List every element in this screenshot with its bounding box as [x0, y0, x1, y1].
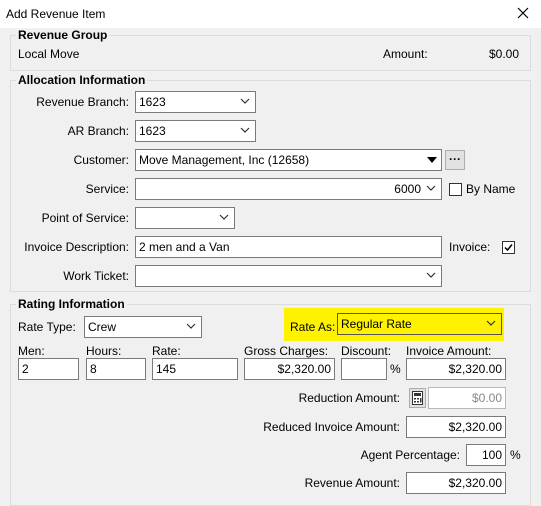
- chevron-down-icon: [426, 272, 436, 278]
- agent-percent-sign: %: [510, 448, 521, 462]
- revenue-branch-value: 1623: [139, 95, 166, 109]
- reduced-invoice-amount-input[interactable]: $2,320.00: [406, 416, 506, 438]
- dropdown-arrow-icon: [427, 157, 437, 163]
- reduced-invoice-amount-label: Reduced Invoice Amount:: [263, 420, 400, 434]
- service-select[interactable]: 6000: [135, 178, 442, 200]
- agent-percentage-label: Agent Percentage:: [360, 448, 460, 462]
- discount-input[interactable]: [341, 358, 387, 380]
- customer-value: Move Management, Inc (12658): [139, 153, 310, 167]
- by-name-label: By Name: [466, 182, 516, 196]
- customer-label: Customer:: [73, 153, 129, 167]
- ar-branch-label: AR Branch:: [67, 124, 129, 138]
- men-label: Men:: [18, 344, 45, 358]
- rate-type-label: Rate Type:: [18, 320, 76, 334]
- revenue-branch-select[interactable]: 1623: [135, 91, 256, 113]
- revenue-amount-input[interactable]: $2,320.00: [406, 472, 506, 494]
- checkmark-icon: [504, 244, 513, 252]
- rate-type-select[interactable]: Crew: [84, 316, 202, 338]
- invoice-checkbox[interactable]: [502, 241, 515, 254]
- close-icon: [517, 7, 529, 19]
- window-title: Add Revenue Item: [6, 7, 106, 21]
- customer-select[interactable]: Move Management, Inc (12658): [135, 149, 442, 171]
- ar-branch-value: 1623: [139, 124, 166, 138]
- gross-charges-input[interactable]: $2,320.00: [244, 358, 335, 380]
- rate-as-value: Regular Rate: [341, 317, 412, 331]
- invoice-description-label: Invoice Description:: [24, 240, 129, 254]
- rating-legend: Rating Information: [16, 297, 127, 311]
- hours-input[interactable]: 8: [86, 358, 146, 380]
- reduction-amount-label: Reduction Amount:: [298, 391, 400, 405]
- invoice-description-input[interactable]: 2 men and a Van: [135, 236, 442, 258]
- amount-value: $0.00: [488, 47, 519, 61]
- revenue-amount-label: Revenue Amount:: [304, 476, 400, 490]
- invoice-amount-label: Invoice Amount:: [406, 344, 492, 358]
- chevron-down-icon: [486, 320, 496, 326]
- rate-input[interactable]: 145: [152, 358, 238, 380]
- amount-label: Amount:: [383, 47, 428, 61]
- discount-label: Discount:: [341, 344, 392, 358]
- service-value: 6000: [394, 182, 421, 196]
- chevron-down-icon: [426, 185, 436, 191]
- agent-percentage-input[interactable]: 100: [466, 444, 506, 466]
- chevron-down-icon: [240, 127, 250, 133]
- work-ticket-label: Work Ticket:: [63, 269, 129, 283]
- invoice-amount-input[interactable]: $2,320.00: [406, 358, 506, 380]
- gross-charges-label: Gross Charges:: [244, 344, 329, 358]
- work-ticket-select[interactable]: [135, 265, 442, 287]
- reduction-amount-input: $0.00: [428, 387, 506, 409]
- rate-as-select[interactable]: Regular Rate: [337, 313, 502, 335]
- chevron-down-icon: [240, 98, 250, 104]
- service-label: Service:: [85, 182, 129, 196]
- by-name-checkbox[interactable]: [449, 183, 462, 196]
- chevron-down-icon: [186, 323, 196, 329]
- invoice-label: Invoice:: [449, 240, 491, 254]
- close-button[interactable]: [514, 4, 532, 22]
- rate-label: Rate:: [152, 344, 181, 358]
- point-of-service-label: Point of Service:: [41, 211, 129, 225]
- revenue-group-legend: Revenue Group: [16, 28, 110, 42]
- discount-percent-sign: %: [390, 362, 401, 376]
- chevron-down-icon: [219, 214, 229, 220]
- rate-as-label: Rate As:: [290, 320, 336, 334]
- ellipsis-icon: ···: [449, 152, 461, 166]
- allocation-legend: Allocation Information: [16, 73, 148, 87]
- calculator-button[interactable]: [409, 388, 426, 408]
- ar-branch-select[interactable]: 1623: [135, 120, 256, 142]
- men-input[interactable]: 2: [18, 358, 79, 380]
- revenue-branch-label: Revenue Branch:: [36, 95, 129, 109]
- revenue-group-name: Local Move: [18, 47, 80, 61]
- customer-lookup-button[interactable]: ···: [445, 150, 465, 170]
- hours-label: Hours:: [86, 344, 122, 358]
- point-of-service-select[interactable]: [135, 207, 235, 229]
- calculator-icon: [412, 391, 423, 405]
- rate-type-value: Crew: [88, 320, 117, 334]
